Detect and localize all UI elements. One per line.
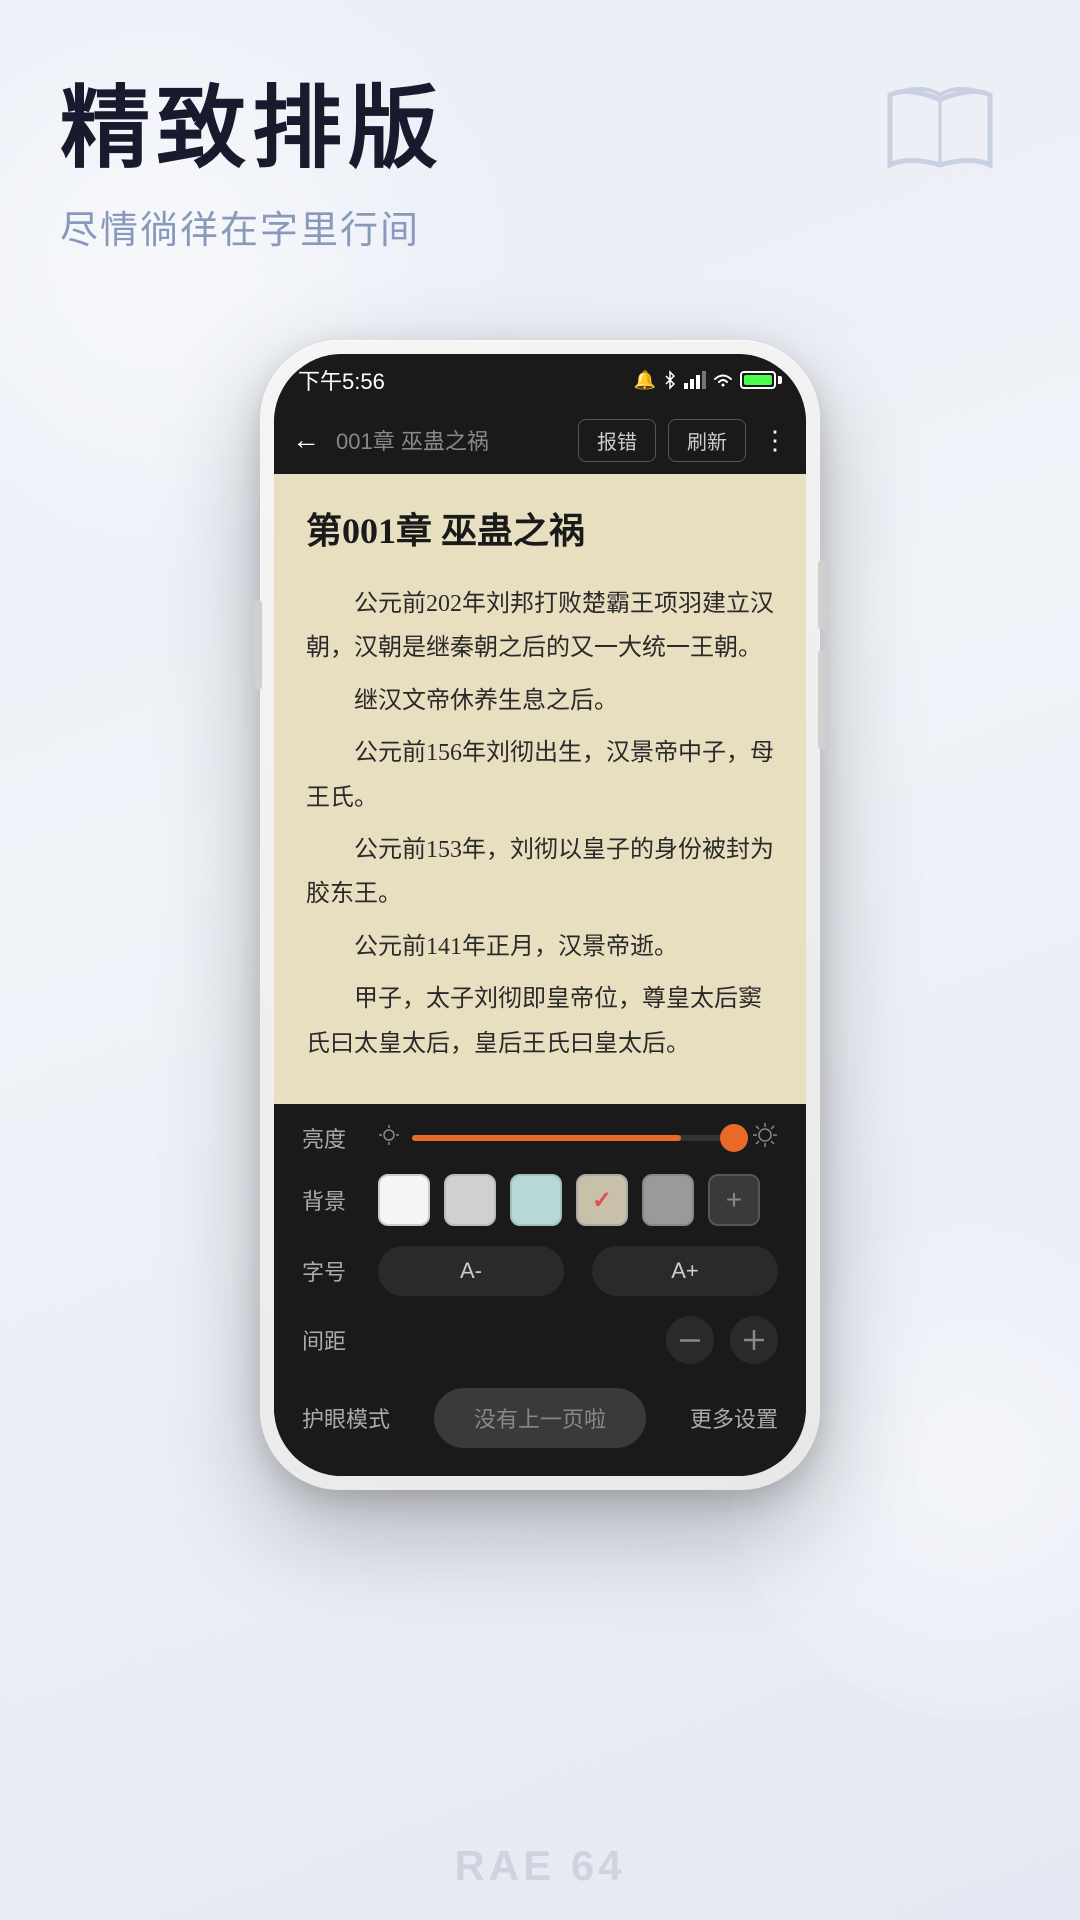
volume-up-button [818,560,826,630]
content-text: 公元前202年刘邦打败楚霸王项羽建立汉朝，汉朝是继秦朝之后的又一大统一王朝。 继… [306,582,774,1066]
battery-icon [740,371,782,389]
nav-title: 001章 巫蛊之祸 [336,424,566,456]
power-button [254,600,262,690]
bg-option-white[interactable] [378,1174,430,1226]
back-button[interactable]: ← [292,424,320,456]
book-icon-area [880,80,1000,185]
selected-checkmark: ✓ [592,1186,612,1215]
brightness-high-icon [752,1122,778,1154]
more-button[interactable]: ⋮ [762,425,788,456]
paragraph-3: 公元前156年刘彻出生，汉景帝中子，母王氏。 [306,731,774,820]
bluetooth-icon [662,370,678,390]
line-spacing-row: 间距 [302,1316,778,1364]
main-title: 精致排版 [60,80,444,179]
volume-down-button [818,650,826,750]
bg-option-add[interactable]: + [708,1174,760,1226]
bg-option-selected[interactable]: ✓ [576,1174,628,1226]
paragraph-2: 继汉文帝休养生息之后。 [306,679,774,723]
brightness-row: 亮度 [302,1122,778,1154]
paragraph-1: 公元前202年刘邦打败楚霸王项羽建立汉朝，汉朝是继秦朝之后的又一大统一王朝。 [306,582,774,671]
no-prev-page-button[interactable]: 没有上一页啦 [434,1388,646,1448]
brightness-control [378,1122,778,1154]
bottom-row: 护眼模式 没有上一页啦 更多设置 [302,1384,778,1448]
sub-title: 尽情徜徉在字里行间 [60,199,444,254]
background-options: ✓ + [378,1174,778,1226]
bg-option-gray1[interactable] [444,1174,496,1226]
spacing-decrease-button[interactable] [666,1316,714,1364]
content-area[interactable]: 第001章 巫蛊之祸 公元前202年刘邦打败楚霸王项羽建立汉朝，汉朝是继秦朝之后… [274,474,806,1104]
line-spacing-label: 间距 [302,1324,362,1356]
more-settings-button[interactable]: 更多设置 [690,1402,778,1434]
paragraph-4: 公元前153年，刘彻以皇子的身份被封为胶东王。 [306,828,774,917]
brightness-label: 亮度 [302,1122,362,1154]
chapter-title: 第001章 巫蛊之祸 [306,502,774,554]
status-time: 下午5:56 [298,364,385,396]
settings-panel: 亮度 [274,1104,806,1476]
book-icon [880,80,1000,180]
nav-bar: ← 001章 巫蛊之祸 报错 刷新 ⋮ [274,406,806,474]
paragraph-6: 甲子，太子刘彻即皇帝位，尊皇太后窦氏曰太皇太后，皇后王氏曰皇太后。 [306,977,774,1066]
signal-icon [684,371,706,389]
phone-screen: 下午5:56 🔔 [274,354,806,1476]
font-size-label: 字号 [302,1255,362,1287]
phone-shell: 下午5:56 🔔 [260,340,820,1490]
bg-option-mint[interactable] [510,1174,562,1226]
font-decrease-button[interactable]: A- [378,1246,564,1296]
background-row: 背景 ✓ + [302,1174,778,1226]
font-increase-button[interactable]: A+ [592,1246,778,1296]
status-bar: 下午5:56 🔔 [274,354,806,406]
rae-badge: RAE 64 [454,1842,625,1890]
bg-option-gray2[interactable] [642,1174,694,1226]
header-area: 精致排版 尽情徜徉在字里行间 [60,80,444,254]
paragraph-5: 公元前141年正月，汉景帝逝。 [306,925,774,969]
brightness-slider[interactable] [412,1135,740,1141]
background-label: 背景 [302,1184,362,1216]
add-icon: + [726,1184,742,1216]
eye-mode-button[interactable]: 护眼模式 [302,1402,390,1434]
wifi-icon [712,371,734,389]
spacing-increase-button[interactable] [730,1316,778,1364]
font-size-row: 字号 A- A+ [302,1246,778,1296]
brightness-low-icon [378,1124,400,1152]
phone-container: 下午5:56 🔔 [260,340,820,1490]
alarm-icon: 🔔 [634,370,656,391]
refresh-button[interactable]: 刷新 [668,419,746,462]
report-button[interactable]: 报错 [578,419,656,462]
